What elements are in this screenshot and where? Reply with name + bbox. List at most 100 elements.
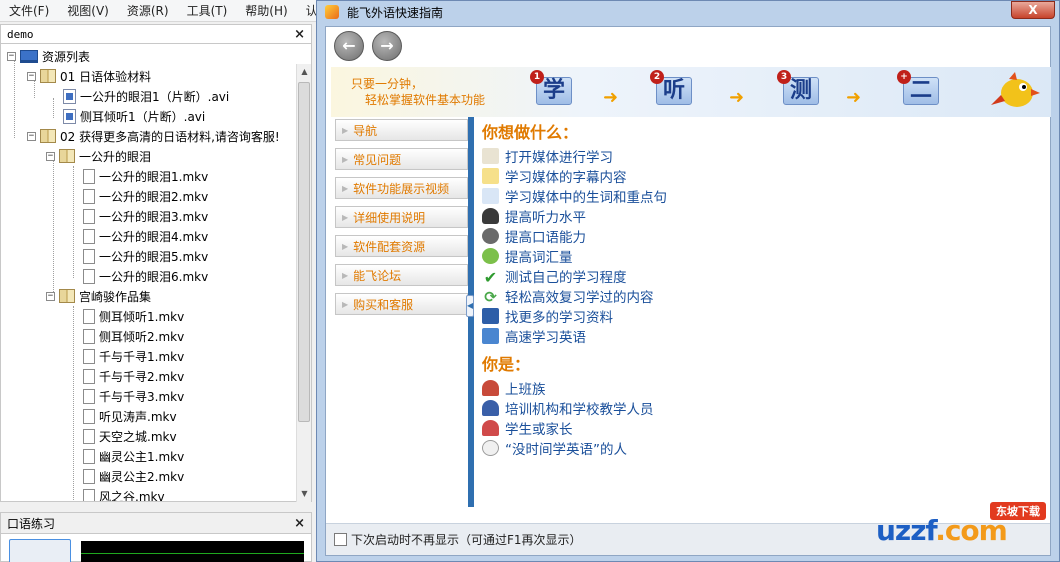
tree-file[interactable]: 天空之城.mkv <box>83 426 177 446</box>
tree-file-label: 风之谷.mkv <box>99 489 165 502</box>
tree-group-1[interactable]: − 01 日语体验材料 <box>27 66 151 86</box>
sidebar-item-manual[interactable]: ▶ 详细使用说明 <box>335 206 468 228</box>
tree-vertical-scrollbar[interactable]: ▲ ▼ <box>296 64 311 502</box>
tree-file[interactable]: 风之谷.mkv <box>83 486 165 502</box>
tree-file-label: 一公升的眼泪1.mkv <box>99 169 209 184</box>
tree-file[interactable]: 千与千寻1.mkv <box>83 346 184 366</box>
tree-file[interactable]: 一公升的眼泪1.mkv <box>83 166 208 186</box>
waveform-display <box>81 541 304 562</box>
tree-file[interactable]: 听见涛声.mkv <box>83 406 177 426</box>
tree-file-label: 一公升的眼泪6.mkv <box>99 269 209 284</box>
menu-bar: 文件(F) 视图(V) 资源(R) 工具(T) 帮助(H) 认证( <box>0 0 334 22</box>
computer-icon <box>20 49 38 63</box>
book-icon <box>59 149 75 163</box>
menu-help[interactable]: 帮助(H) <box>236 2 296 19</box>
role-label: 上班族 <box>505 382 546 398</box>
sidebar-item-purchase[interactable]: ▶ 购买和客服 <box>335 293 468 315</box>
menu-tools[interactable]: 工具(T) <box>178 2 237 19</box>
step-number: 3 <box>777 70 791 84</box>
tree-file[interactable]: 侧耳倾听1（片断）.avi <box>63 106 205 126</box>
tree-file[interactable]: 幽灵公主2.mkv <box>83 466 184 486</box>
tree-file[interactable]: 一公升的眼泪3.mkv <box>83 206 208 226</box>
collapse-icon[interactable]: − <box>46 151 55 161</box>
tree-file[interactable]: 一公升的眼泪2.mkv <box>83 186 208 206</box>
action-label: 学习媒体中的生词和重点句 <box>505 190 667 206</box>
tree-subgroup-1[interactable]: − 一公升的眼泪 <box>46 146 151 166</box>
collapse-sidebar-handle[interactable]: ◀ <box>466 295 474 317</box>
role-link-teacher[interactable]: 培训机构和学校教学人员 <box>482 398 654 418</box>
tree-file-label: 天空之城.mkv <box>99 429 177 444</box>
tree-subgroup-label: 一公升的眼泪 <box>79 149 152 164</box>
file-icon <box>83 328 95 344</box>
action-link-vocabulary[interactable]: 学习媒体中的生词和重点句 <box>482 186 667 206</box>
tree-file[interactable]: 一公升的眼泪5.mkv <box>83 246 208 266</box>
tree-file[interactable]: 一公升的眼泪1（片断）.avi <box>63 86 229 106</box>
tree-file[interactable]: 一公升的眼泪6.mkv <box>83 266 208 286</box>
action-link-subtitles[interactable]: 学习媒体的字幕内容 <box>482 166 627 186</box>
sidebar-item-label: 购买和客服 <box>353 297 414 312</box>
parrot-mascot-icon <box>991 72 1040 107</box>
watermark-text: uzzf.com <box>876 514 1008 547</box>
guide-content: 你想做什么： 打开媒体进行学习 学习媒体的字幕内容 学习媒体中的生词和重点句 提… <box>482 119 1042 519</box>
menu-file[interactable]: 文件(F) <box>0 2 58 19</box>
role-label: 学生或家长 <box>505 422 573 438</box>
record-button[interactable] <box>9 539 71 562</box>
scroll-up-arrow-icon[interactable]: ▲ <box>297 64 312 80</box>
bullet-icon: ▶ <box>342 183 349 193</box>
menu-view[interactable]: 视图(V) <box>58 2 118 19</box>
tree-root[interactable]: − 资源列表 <box>7 46 90 66</box>
collapse-icon[interactable]: − <box>7 51 16 61</box>
video-file-icon <box>63 108 76 124</box>
tree-file-label: 幽灵公主2.mkv <box>99 469 185 484</box>
tree-group-2[interactable]: − 02 获得更多高清的日语材料,请咨询客服! <box>27 126 280 146</box>
collapse-icon[interactable]: − <box>46 291 55 301</box>
scrollbar-thumb[interactable] <box>298 82 310 422</box>
role-link-student-parent[interactable]: 学生或家长 <box>482 418 573 438</box>
window-client: ← → 只要一分钟， 轻松掌握软件基本功能 1 学 ➜ 2 听 ➜ 3 测 ➜ … <box>325 26 1051 556</box>
action-link-self-test[interactable]: ✔ 测试自己的学习程度 <box>482 266 627 287</box>
tree-file[interactable]: 侧耳倾听2.mkv <box>83 326 184 346</box>
tree-file[interactable]: 侧耳倾听1.mkv <box>83 306 184 326</box>
role-link-no-time[interactable]: “没时间学英语”的人 <box>482 438 627 458</box>
collapse-icon[interactable]: − <box>27 71 36 81</box>
tree-file[interactable]: 一公升的眼泪4.mkv <box>83 226 208 246</box>
family-icon <box>482 420 499 436</box>
frog-icon <box>482 248 499 264</box>
role-label: 培训机构和学校教学人员 <box>505 402 654 418</box>
bullet-icon: ▶ <box>342 125 349 135</box>
action-link-fast-english[interactable]: 高速学习英语 <box>482 326 586 346</box>
section-heading-what-to-do: 你想做什么： <box>482 123 579 142</box>
action-link-vocab-size[interactable]: 提高词汇量 <box>482 246 573 266</box>
forward-button[interactable]: → <box>372 31 402 61</box>
speaking-panel-close-button[interactable]: × <box>294 516 305 531</box>
sidebar-item-resources[interactable]: ▶ 软件配套资源 <box>335 235 468 257</box>
file-icon <box>83 428 95 444</box>
tree-file[interactable]: 千与千寻2.mkv <box>83 366 184 386</box>
window-close-button[interactable]: X <box>1011 1 1055 19</box>
sidebar-divider: ◀ <box>466 117 474 507</box>
menu-resource[interactable]: 资源(R) <box>118 2 178 19</box>
tree-subgroup-2[interactable]: − 宫崎骏作品集 <box>46 286 151 306</box>
dont-show-again-checkbox[interactable] <box>334 533 347 546</box>
action-link-more-materials[interactable]: 找更多的学习资料 <box>482 306 613 326</box>
action-link-speaking[interactable]: 提高口语能力 <box>482 226 586 246</box>
sidebar-item-navigation[interactable]: ▶ 导航 <box>335 119 468 141</box>
dont-show-again-label[interactable]: 下次启动时不再显示（可通过F1再次显示） <box>351 531 582 548</box>
resource-panel-title: demo <box>7 27 34 41</box>
sidebar-item-feature-videos[interactable]: ▶ 软件功能展示视频 <box>335 177 468 199</box>
collapse-icon[interactable]: − <box>27 131 36 141</box>
action-link-open-media[interactable]: 打开媒体进行学习 <box>482 146 613 166</box>
role-link-office-worker[interactable]: 上班族 <box>482 378 546 398</box>
tree-file-label: 千与千寻2.mkv <box>99 369 185 384</box>
scroll-down-arrow-icon[interactable]: ▼ <box>297 486 312 502</box>
action-label: 学习媒体的字幕内容 <box>505 170 627 186</box>
sidebar-item-forum[interactable]: ▶ 能飞论坛 <box>335 264 468 286</box>
back-button[interactable]: ← <box>334 31 364 61</box>
action-link-review[interactable]: ⟳ 轻松高效复习学过的内容 <box>482 286 653 306</box>
tree-file[interactable]: 幽灵公主1.mkv <box>83 446 184 466</box>
refresh-icon: ⟳ <box>484 288 497 306</box>
sidebar-item-faq[interactable]: ▶ 常见问题 <box>335 148 468 170</box>
tree-file[interactable]: 千与千寻3.mkv <box>83 386 184 406</box>
action-link-listening[interactable]: 提高听力水平 <box>482 206 586 226</box>
resource-panel-close-button[interactable]: × <box>294 27 305 42</box>
